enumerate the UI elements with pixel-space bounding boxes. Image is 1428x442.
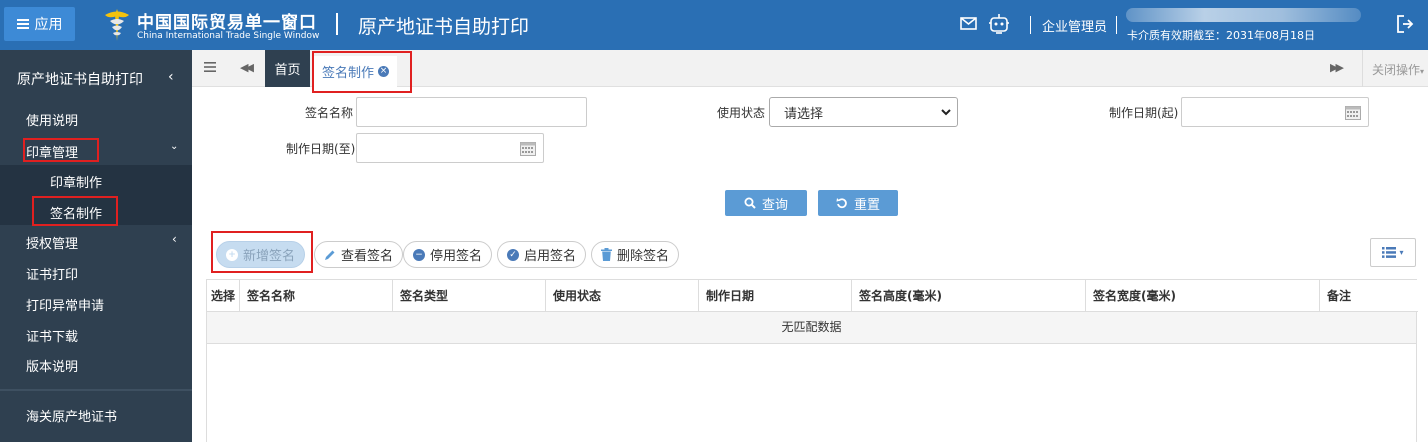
- date-from-label: 制作日期(起): [1109, 106, 1179, 120]
- usage-status-value: 请选择: [784, 106, 824, 122]
- sidebar-divider: [0, 389, 192, 391]
- search-button-label: 查询: [761, 197, 788, 213]
- view-signature-button[interactable]: 查看签名: [314, 241, 404, 268]
- disable-signature-button[interactable]: − 停用签名: [403, 241, 493, 268]
- app-menu-button[interactable]: 应用: [4, 7, 75, 41]
- header-divider: [1116, 16, 1117, 34]
- col-usage-status[interactable]: 使用状态: [546, 280, 699, 312]
- tab-home[interactable]: 首页: [265, 50, 310, 87]
- usage-status-label: 使用状态: [717, 106, 766, 120]
- usage-status-select[interactable]: 请选择: [769, 97, 958, 127]
- col-signature-name[interactable]: 签名名称: [240, 280, 393, 312]
- sidebar-item-authorization[interactable]: 授权管理: [26, 233, 78, 252]
- caret-down-icon: ▾: [1399, 248, 1404, 257]
- pencil-icon: [325, 250, 335, 260]
- scroll-tabs-left-icon[interactable]: ◀◀: [240, 61, 254, 74]
- undo-icon: [836, 198, 847, 209]
- column-selector-button[interactable]: ▾: [1370, 238, 1416, 267]
- plus-circle-icon: +: [226, 248, 238, 261]
- view-signature-label: 查看签名: [341, 249, 394, 264]
- chevron-down-icon: [941, 109, 951, 116]
- sidebar-item-customs-origin-cert[interactable]: 海关原产地证书: [26, 406, 117, 425]
- reset-button-label: 重置: [853, 197, 880, 213]
- tab-signature-label: 签名制作: [322, 66, 375, 81]
- reset-button[interactable]: 重置: [818, 190, 898, 216]
- system-title: 原产地证书自助打印: [358, 16, 530, 38]
- enable-signature-button[interactable]: ✓ 启用签名: [497, 241, 587, 268]
- logout-icon[interactable]: [1396, 15, 1414, 33]
- single-window-logo-icon: [105, 9, 129, 41]
- enable-signature-label: 启用签名: [524, 249, 577, 264]
- list-icon: [1382, 247, 1397, 258]
- signature-table: 选择 签名名称 签名类型 使用状态 制作日期 签名高度(毫米) 签名宽度(毫米)…: [206, 279, 1418, 442]
- calendar-icon[interactable]: [1345, 105, 1361, 120]
- disable-signature-label: 停用签名: [430, 249, 483, 264]
- masked-username: [1126, 8, 1361, 22]
- minus-circle-icon: −: [413, 248, 425, 261]
- date-to-label: 制作日期(至): [286, 142, 356, 156]
- add-signature-button[interactable]: + 新增签名: [216, 241, 306, 268]
- title-separator: [336, 13, 338, 35]
- close-tab-icon[interactable]: ×: [378, 66, 390, 77]
- check-circle-icon: ✓: [507, 248, 519, 261]
- top-bar: 应用 中国国际贸易单一窗口 China International Trade …: [0, 0, 1428, 50]
- sidebar-item-seal-management[interactable]: 印章管理: [26, 142, 78, 161]
- tab-bar-divider: [1362, 50, 1363, 87]
- chevron-left-icon: ‹: [172, 232, 177, 246]
- sidebar-header[interactable]: 原产地证书自助打印 ‹: [0, 50, 192, 104]
- date-from-input[interactable]: [1181, 97, 1369, 127]
- date-to-input[interactable]: [356, 133, 544, 163]
- sidebar-item-seal-making[interactable]: 印章制作: [50, 172, 102, 191]
- trash-icon: [601, 248, 612, 261]
- search-icon: [744, 197, 756, 209]
- logo-title-cn: 中国国际贸易单一窗口: [137, 13, 317, 33]
- calendar-icon[interactable]: [520, 141, 536, 156]
- app-button-label: 应用: [34, 17, 63, 33]
- sidebar-item-cert-download[interactable]: 证书下载: [26, 326, 78, 345]
- hamburger-icon: [16, 19, 29, 29]
- tab-bar: ◀◀ 首页 签名制作 × ▶▶ 关闭操作▾: [192, 50, 1428, 87]
- signature-name-input[interactable]: [356, 97, 587, 127]
- table-header: 选择 签名名称 签名类型 使用状态 制作日期 签名高度(毫米) 签名宽度(毫米)…: [207, 280, 1418, 312]
- tab-home-label: 首页: [274, 63, 301, 78]
- card-expiry-text: 卡介质有效期截至：2031年08月18日: [1127, 29, 1315, 42]
- scroll-tabs-right-icon[interactable]: ▶▶: [1330, 61, 1344, 74]
- col-creation-date[interactable]: 制作日期: [699, 280, 852, 312]
- signature-name-label: 签名名称: [305, 106, 354, 120]
- col-signature-height[interactable]: 签名高度(毫米): [852, 280, 1086, 312]
- menu-toggle-icon[interactable]: [204, 61, 216, 73]
- chevron-down-icon: ⌄: [170, 141, 179, 152]
- col-signature-type[interactable]: 签名类型: [393, 280, 546, 312]
- robot-assistant-icon[interactable]: [989, 13, 1009, 35]
- header-divider: [1030, 16, 1031, 34]
- user-role[interactable]: 企业管理员: [1042, 16, 1107, 35]
- col-remarks[interactable]: 备注: [1320, 280, 1416, 312]
- sidebar: 原产地证书自助打印 ‹ 使用说明 印章管理 ⌄ 印章制作 签名制作 授权管理 ‹…: [0, 50, 192, 442]
- sidebar-item-version[interactable]: 版本说明: [26, 356, 78, 375]
- close-operations-label: 关闭操作: [1372, 63, 1421, 77]
- col-select: 选择: [207, 280, 240, 312]
- tab-signature-making[interactable]: 签名制作 ×: [314, 56, 398, 87]
- add-signature-label: 新增签名: [243, 249, 296, 264]
- logo-title-en: China International Trade Single Window: [137, 31, 320, 41]
- sidebar-item-print-exception[interactable]: 打印异常申请: [26, 295, 104, 314]
- delete-signature-button[interactable]: 删除签名: [591, 241, 680, 268]
- sidebar-header-title: 原产地证书自助打印: [17, 72, 143, 88]
- col-signature-width[interactable]: 签名宽度(毫米): [1086, 280, 1320, 312]
- no-data-row: 无匹配数据: [207, 312, 1416, 344]
- delete-signature-label: 删除签名: [617, 249, 670, 264]
- close-operations-menu[interactable]: 关闭操作▾: [1372, 61, 1424, 78]
- sidebar-item-signature-making[interactable]: 签名制作: [50, 203, 102, 222]
- sidebar-item-usage[interactable]: 使用说明: [26, 110, 78, 129]
- search-button[interactable]: 查询: [725, 190, 807, 216]
- chevron-left-icon: ‹: [168, 69, 174, 85]
- sidebar-item-cert-print[interactable]: 证书打印: [26, 264, 78, 283]
- mail-icon[interactable]: [960, 17, 977, 30]
- caret-down-icon: ▾: [1420, 67, 1425, 76]
